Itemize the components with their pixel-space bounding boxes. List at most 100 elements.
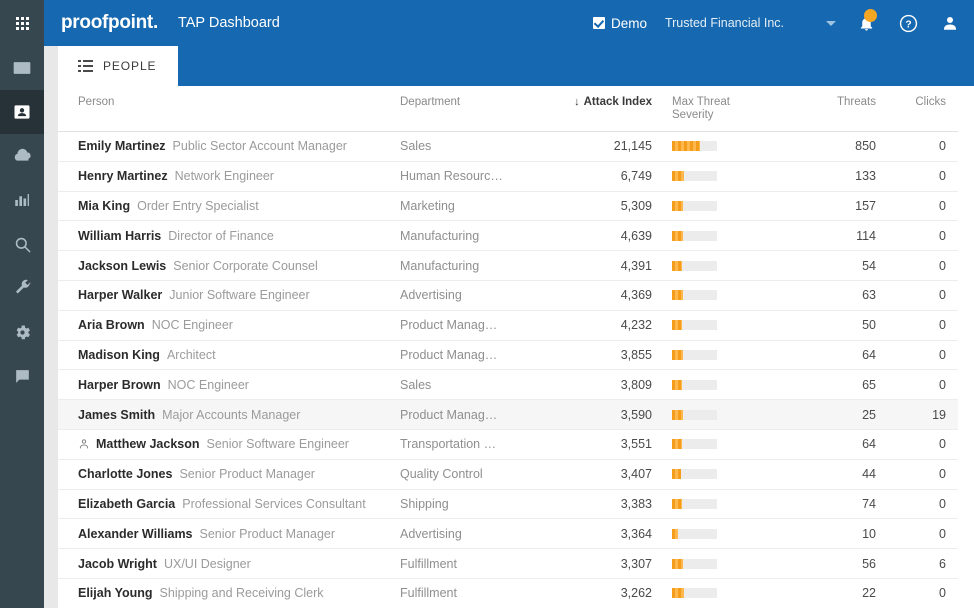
person-title: Order Entry Specialist: [137, 198, 259, 213]
table-row[interactable]: Mia King Order Entry Specialist Marketing 5…: [58, 191, 958, 222]
cell-person[interactable]: Aria Brown NOC Engineer: [58, 310, 400, 341]
column-header-attack-index[interactable]: ↓ Attack Index: [530, 86, 660, 132]
table-row[interactable]: Matthew Jackson Senior Software Engineer T…: [58, 429, 958, 460]
sidebar-item-tools[interactable]: [0, 266, 44, 310]
cell-person[interactable]: Emily Martinez Public Sector Account Mana…: [58, 131, 400, 162]
cell-person[interactable]: Harper Walker Junior Software Engineer: [58, 280, 400, 311]
sidebar-item-settings[interactable]: [0, 310, 44, 354]
severity-bar-track: [672, 141, 717, 152]
proofpoint-logo: proofpoint.: [61, 12, 158, 34]
table-row[interactable]: Elizabeth Garcia Professional Services Co…: [58, 489, 958, 520]
person-name: James Smith: [78, 407, 156, 422]
severity-bar-track: [672, 171, 717, 182]
org-dropdown-button[interactable]: [826, 20, 836, 26]
header-right-cluster: Demo Trusted Financial Inc. ?: [592, 0, 974, 46]
table-row[interactable]: Jackson Lewis Senior Corporate Counsel Man…: [58, 250, 958, 281]
cell-clicks: 0: [888, 161, 958, 192]
cell-person[interactable]: Madison King Architect: [58, 340, 400, 371]
cell-threats: 133: [778, 161, 888, 192]
sidebar-item-search[interactable]: [0, 222, 44, 266]
cell-clicks: 0: [888, 340, 958, 371]
sidebar-item-cloud[interactable]: [0, 134, 44, 178]
cell-person[interactable]: Jackson Lewis Senior Corporate Counsel: [58, 250, 400, 281]
person-title: Architect: [166, 347, 216, 362]
cell-person[interactable]: Jacob Wright UX/UI Designer: [58, 548, 400, 579]
tab-people[interactable]: PEOPLE: [58, 46, 179, 86]
notifications-button[interactable]: [854, 9, 878, 35]
cell-person[interactable]: William Harris Director of Finance: [58, 220, 400, 252]
cell-person[interactable]: Charlotte Jones Senior Product Manager: [58, 459, 400, 490]
cell-attack-index: 4,369: [530, 280, 660, 311]
cell-clicks: 0: [888, 220, 958, 252]
wrench-icon: [15, 279, 30, 293]
person-name: Emily Martinez: [78, 139, 166, 154]
cell-department: Product Manag…: [400, 399, 530, 430]
table-row[interactable]: Henry Martinez Network Engineer Human Reso…: [58, 161, 958, 192]
cell-person[interactable]: Harper Brown NOC Engineer: [58, 369, 400, 401]
left-navigation-sidebar: [0, 46, 44, 608]
cell-person[interactable]: Henry Martinez Network Engineer: [58, 161, 400, 192]
table-row[interactable]: Aria Brown NOC Engineer Product Manag… 4,23…: [58, 310, 958, 341]
cell-clicks: 0: [888, 369, 958, 401]
table-row[interactable]: Harper Walker Junior Software Engineer Adv…: [58, 280, 958, 311]
sidebar-item-feedback[interactable]: [0, 354, 44, 398]
table-header: Person Department ↓ Attack Index Max Thre…: [58, 86, 958, 132]
table-row[interactable]: Charlotte Jones Senior Product Manager Qua…: [58, 459, 958, 490]
cell-clicks: 0: [888, 191, 958, 222]
cell-max-threat-severity: [660, 518, 778, 550]
mail-icon: [13, 62, 31, 74]
person-title: NOC Engineer: [151, 318, 233, 333]
severity-bar-fill: [672, 558, 683, 569]
cell-person[interactable]: Elijah Young Shipping and Receiving Clerk: [58, 578, 400, 608]
user-account-icon: [944, 17, 956, 30]
table-row[interactable]: Harper Brown NOC Engineer Sales 3,809 65 0: [58, 369, 958, 401]
column-header-clicks[interactable]: Clicks: [888, 86, 958, 132]
help-circle-icon: ?: [899, 14, 917, 32]
cell-attack-index: 3,262: [530, 578, 660, 608]
gear-icon: [16, 325, 30, 339]
cell-clicks: 19: [888, 399, 958, 430]
severity-bar-track: [672, 498, 717, 509]
chevron-down-icon: [826, 20, 836, 26]
cell-person[interactable]: Elizabeth Garcia Professional Services Co…: [58, 489, 400, 520]
cell-attack-index: 3,407: [530, 459, 660, 490]
column-header-max-threat-severity[interactable]: Max Threat Severity: [660, 86, 778, 132]
cell-department: Advertising: [400, 518, 530, 550]
table-row[interactable]: Madison King Architect Product Manag… 3,855…: [58, 340, 958, 371]
person-name: Mia King: [78, 198, 131, 213]
table-row[interactable]: Emily Martinez Public Sector Account Mana…: [58, 131, 958, 162]
column-header-department[interactable]: Department: [400, 86, 530, 132]
severity-bar-fill: [672, 349, 683, 360]
cell-threats: 22: [778, 578, 888, 608]
main-content-area: PEOPLE Person Department ↓ Attack Index M…: [58, 46, 974, 608]
table-row[interactable]: Alexander Williams Senior Product Manager…: [58, 518, 958, 550]
cell-person[interactable]: Alexander Williams Senior Product Manager: [58, 518, 400, 550]
cell-person[interactable]: Matthew Jackson Senior Software Engineer: [58, 429, 400, 460]
apps-grid-button[interactable]: [0, 0, 44, 46]
sidebar-item-mail[interactable]: [0, 46, 44, 90]
sidebar-item-reports[interactable]: [0, 178, 44, 222]
table-row[interactable]: Elijah Young Shipping and Receiving Clerk…: [58, 578, 958, 608]
cloud-icon: [14, 148, 31, 161]
table-row[interactable]: James Smith Major Accounts Manager Product…: [58, 399, 958, 430]
user-account-button[interactable]: [938, 11, 962, 35]
brand-name: proofpoint: [61, 12, 153, 33]
sidebar-item-people[interactable]: [0, 90, 44, 134]
demo-toggle[interactable]: Demo: [592, 16, 647, 31]
table-row[interactable]: William Harris Director of Finance Manufac…: [58, 220, 958, 252]
cell-clicks: 0: [888, 459, 958, 490]
person-title: Director of Finance: [168, 228, 274, 243]
cell-attack-index: 4,391: [530, 250, 660, 281]
severity-bar-fill: [672, 320, 682, 331]
cell-clicks: 0: [888, 310, 958, 341]
app-title: TAP Dashboard: [177, 15, 280, 31]
person-name: Jacob Wright: [78, 556, 157, 571]
table-row[interactable]: Jacob Wright UX/UI Designer Fulfillment 3,3…: [58, 548, 958, 579]
help-button[interactable]: ?: [896, 11, 920, 35]
demo-checkbox-icon[interactable]: [592, 17, 605, 29]
column-header-person[interactable]: Person: [58, 86, 400, 132]
cell-max-threat-severity: [660, 310, 778, 341]
cell-person[interactable]: Mia King Order Entry Specialist: [58, 191, 400, 222]
column-header-threats[interactable]: Threats: [778, 86, 888, 132]
cell-person[interactable]: James Smith Major Accounts Manager: [58, 399, 400, 430]
